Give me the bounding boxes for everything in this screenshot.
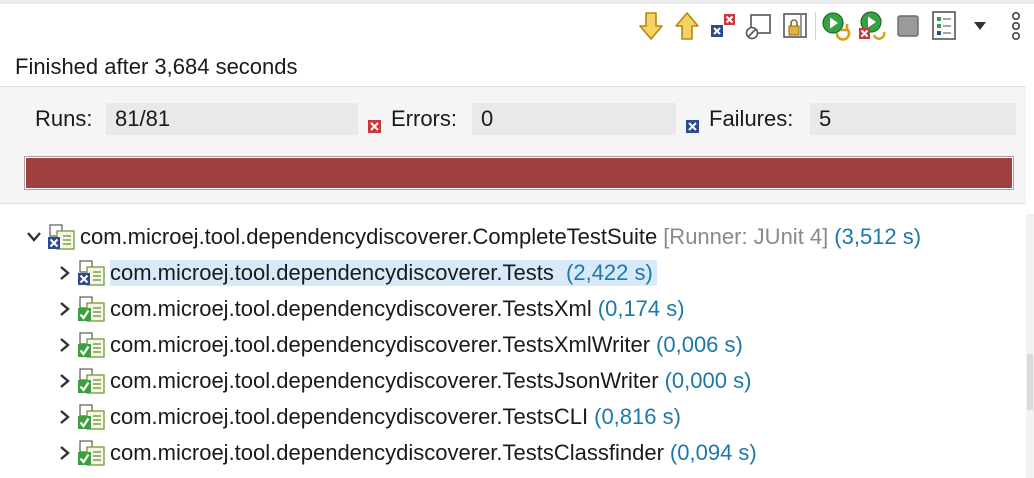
suite-passed-icon: [76, 330, 106, 360]
runs-label-text: Runs:: [35, 106, 93, 131]
scrollbar-thumb[interactable]: [1027, 354, 1033, 410]
selected-node: com.microej.tool.dependencydiscoverer.Te…: [110, 260, 657, 286]
chevron-right-icon[interactable]: [52, 333, 76, 357]
suite-passed-icon: [76, 294, 106, 324]
chevron-right-icon[interactable]: [52, 441, 76, 465]
tree-row-tests-xml-writer[interactable]: com.microej.tool.dependencydiscoverer.Te…: [52, 328, 743, 362]
test-progress-bar: [24, 156, 1014, 190]
next-failure-icon[interactable]: [633, 8, 669, 44]
tree-row-tests-cli[interactable]: com.microej.tool.dependencydiscoverer.Te…: [52, 400, 681, 434]
view-menu-icon[interactable]: [962, 8, 998, 44]
tree-node-label: com.microej.tool.dependencydiscoverer.Te…: [110, 296, 592, 321]
show-skipped-only-icon[interactable]: [741, 8, 777, 44]
elapsed-time: (3,512 s): [834, 224, 922, 249]
failure-icon: [686, 113, 699, 133]
test-run-history-icon[interactable]: [926, 8, 962, 44]
tree-row-tests[interactable]: com.microej.tool.dependencydiscoverer.Te…: [52, 256, 657, 290]
toolbar-separator: [815, 12, 816, 40]
tree-node-label: com.microej.tool.dependencydiscoverer.Co…: [80, 224, 658, 249]
errors-label-text: Errors:: [391, 106, 457, 131]
errors-label: Errors:: [368, 106, 457, 133]
scroll-lock-icon[interactable]: [777, 8, 813, 44]
view-top-border: [0, 0, 1034, 4]
suite-failed-icon: [46, 222, 76, 252]
rerun-test-icon[interactable]: [818, 8, 854, 44]
tree-node-label: com.microej.tool.dependencydiscoverer.Te…: [110, 260, 554, 285]
tree-node-label: com.microej.tool.dependencydiscoverer.Te…: [110, 404, 589, 429]
failures-value: 5: [810, 103, 1016, 135]
previous-failure-icon[interactable]: [669, 8, 705, 44]
run-status-text: Finished after 3,684 seconds: [15, 54, 298, 79]
elapsed-time: (2,422 s): [566, 260, 653, 285]
suite-passed-icon: [76, 438, 106, 468]
runner-label: [Runner: JUnit 4]: [663, 224, 829, 249]
tree-row-root-suite[interactable]: com.microej.tool.dependencydiscoverer.Co…: [22, 220, 921, 254]
elapsed-time: (0,000 s): [664, 368, 752, 393]
suite-passed-icon: [76, 366, 106, 396]
runs-label: Runs:: [35, 106, 92, 132]
tree-node-label: com.microej.tool.dependencydiscoverer.Te…: [110, 332, 651, 357]
chevron-right-icon[interactable]: [52, 369, 76, 393]
tree-row-tests-classfinder[interactable]: com.microej.tool.dependencydiscoverer.Te…: [52, 436, 757, 470]
progress-bar-fill: [26, 158, 1012, 188]
vertical-scrollbar[interactable]: [1026, 214, 1034, 478]
elapsed-time: (0,174 s): [597, 296, 685, 321]
show-failures-only-icon[interactable]: [705, 8, 741, 44]
tree-row-tests-json-writer[interactable]: com.microej.tool.dependencydiscoverer.Te…: [52, 364, 751, 398]
elapsed-time: (0,006 s): [656, 332, 743, 357]
chevron-right-icon[interactable]: [52, 297, 76, 321]
failures-label-text: Failures:: [709, 106, 794, 131]
junit-toolbar: [633, 8, 1034, 44]
elapsed-time: (0,094 s): [669, 440, 757, 465]
tree-node-label: com.microej.tool.dependencydiscoverer.Te…: [110, 440, 664, 465]
chevron-right-icon[interactable]: [52, 261, 76, 285]
tree-row-tests-xml[interactable]: com.microej.tool.dependencydiscoverer.Te…: [52, 292, 685, 326]
errors-value: 0: [472, 103, 676, 135]
error-icon: [368, 113, 381, 133]
tree-node-label: com.microej.tool.dependencydiscoverer.Te…: [110, 368, 659, 393]
stop-icon[interactable]: [890, 8, 926, 44]
failures-label: Failures:: [686, 106, 794, 133]
counter-panel: Runs: 81/81 Errors: 0 Failures: 5: [0, 86, 1026, 204]
chevron-right-icon[interactable]: [52, 405, 76, 429]
elapsed-time: (0,816 s): [594, 404, 681, 429]
chevron-down-icon[interactable]: [22, 225, 46, 249]
more-icon[interactable]: [998, 8, 1034, 44]
suite-passed-icon: [76, 402, 106, 432]
suite-failed-icon: [76, 258, 106, 288]
rerun-failures-first-icon[interactable]: [854, 8, 890, 44]
runs-value: 81/81: [106, 103, 358, 135]
